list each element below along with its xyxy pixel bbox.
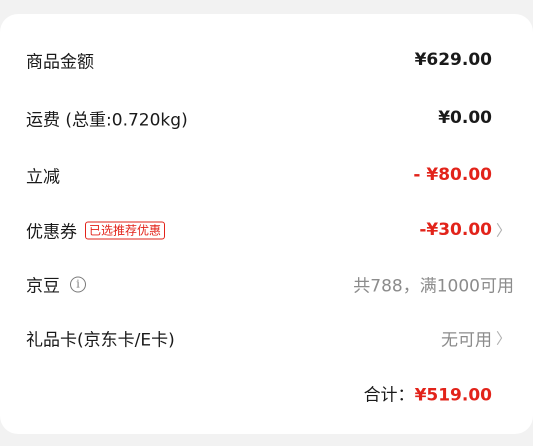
gift-card-row[interactable]: 礼品卡(京东卡/E卡) 无可用 〉 xyxy=(0,318,533,358)
product-amount-label: 商品金额 xyxy=(26,52,94,73)
jingdou-label: 京豆 xyxy=(26,276,60,297)
total-label: 合计： xyxy=(363,385,415,406)
jingdou-row: 京豆 i 共788，满1000可用 xyxy=(0,264,533,304)
jingdou-value: 共788，满1000可用 xyxy=(353,276,514,297)
chevron-right-icon[interactable]: 〉 xyxy=(496,328,511,349)
coupon-recommended-tag: 已选推荐优惠 xyxy=(85,221,166,239)
instant-discount-label: 立减 xyxy=(26,167,60,188)
shipping-label: 运费 (总重:0.720kg) xyxy=(26,110,188,131)
coupon-value: -¥30.00 xyxy=(419,220,492,240)
chevron-right-icon[interactable]: 〉 xyxy=(496,220,511,241)
coupon-label-group: 优惠券 已选推荐优惠 xyxy=(26,218,166,243)
gift-card-value: 无可用 xyxy=(441,330,492,351)
total-group: 合计：¥519.00 xyxy=(364,381,492,406)
shipping-row: 运费 (总重:0.720kg) ¥0.00 xyxy=(0,98,533,138)
total-row: 合计：¥519.00 xyxy=(0,373,533,413)
product-amount-row: 商品金额 ¥629.00 xyxy=(0,40,533,80)
coupon-label: 优惠券 xyxy=(26,222,77,243)
order-summary-card: 商品金额 ¥629.00 运费 (总重:0.720kg) ¥0.00 立减 - … xyxy=(0,14,533,434)
product-amount-value: ¥629.00 xyxy=(414,50,492,70)
jingdou-label-group: 京豆 i xyxy=(26,272,86,297)
shipping-value: ¥0.00 xyxy=(438,108,492,128)
info-icon[interactable]: i xyxy=(70,276,86,292)
gift-card-label: 礼品卡(京东卡/E卡) xyxy=(26,330,175,351)
instant-discount-value: - ¥80.00 xyxy=(413,165,492,185)
instant-discount-row: 立减 - ¥80.00 xyxy=(0,155,533,195)
coupon-row[interactable]: 优惠券 已选推荐优惠 -¥30.00 〉 xyxy=(0,210,533,250)
total-value: ¥519.00 xyxy=(414,385,492,406)
